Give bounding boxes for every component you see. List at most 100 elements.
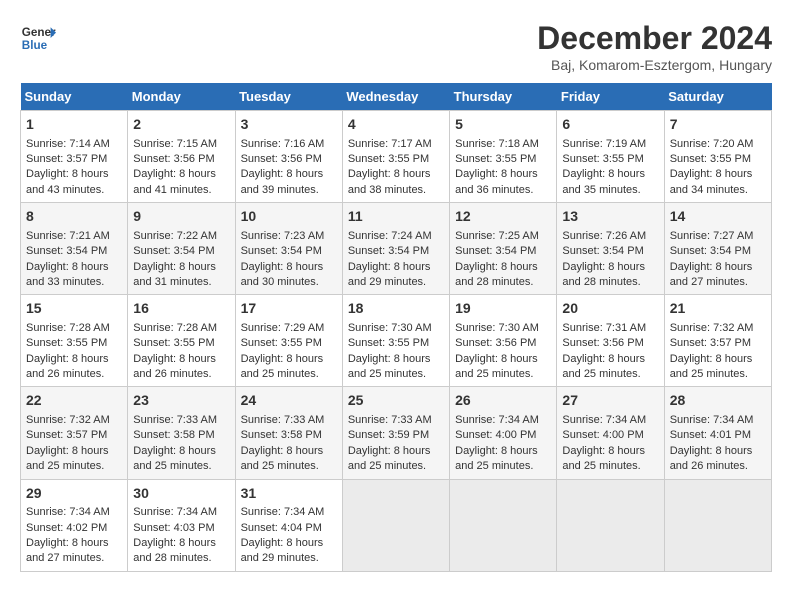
sunset-text: Sunset: 3:54 PM (670, 245, 751, 257)
daylight-text: Daylight: 8 hours and 29 minutes. (241, 537, 324, 564)
calendar-cell: 12 Sunrise: 7:25 AM Sunset: 3:54 PM Dayligh… (450, 203, 557, 295)
calendar-cell: 8Sunrise: 7:21 AMSunset: 3:54 PMDaylight… (21, 203, 128, 295)
day-number: 2 (133, 115, 229, 135)
daylight-text: Daylight: 8 hours and 25 minutes. (670, 353, 753, 380)
sunset-text: Sunset: 4:04 PM (241, 522, 322, 534)
daylight-text: Daylight: 8 hours and 27 minutes. (670, 261, 753, 288)
calendar-cell: 4Sunrise: 7:17 AMSunset: 3:55 PMDaylight… (342, 111, 449, 203)
header-thursday: Thursday (450, 83, 557, 111)
location-subtitle: Baj, Komarom-Esztergom, Hungary (537, 57, 772, 73)
sunrise-text: Sunrise: 7:34 AM (241, 506, 325, 518)
sunrise-text: Sunrise: 7:33 AM (348, 414, 432, 426)
day-number: 31 (241, 484, 337, 504)
sunset-text: Sunset: 3:54 PM (26, 245, 107, 257)
sunset-text: Sunset: 3:57 PM (670, 337, 751, 349)
day-number: 3 (241, 115, 337, 135)
calendar-table: SundayMondayTuesdayWednesdayThursdayFrid… (20, 83, 772, 572)
daylight-text: Daylight: 8 hours and 26 minutes. (26, 353, 109, 380)
day-number: 29 (26, 484, 122, 504)
sunrise-text: Sunrise: 7:19 AM (562, 138, 646, 150)
week-row-5: 29 Sunrise: 7:34 AM Sunset: 4:02 PM Dayligh… (21, 479, 772, 571)
header-tuesday: Tuesday (235, 83, 342, 111)
calendar-cell: 9 Sunrise: 7:22 AM Sunset: 3:54 PM Daylight… (128, 203, 235, 295)
day-number: 28 (670, 391, 766, 411)
sunset-text: Sunset: 3:58 PM (133, 429, 214, 441)
daylight-text: Daylight: 8 hours and 31 minutes. (133, 261, 216, 288)
sunset-text: Sunset: 3:56 PM (455, 337, 536, 349)
sunset-text: Sunset: 3:55 PM (26, 337, 107, 349)
calendar-cell: 30Sunrise: 7:34 AMSunset: 4:03 PMDayligh… (128, 479, 235, 571)
calendar-cell: 25Sunrise: 7:33 AMSunset: 3:59 PMDayligh… (342, 387, 449, 479)
day-number: 23 (133, 391, 229, 411)
sunrise-text: Sunrise: 7:28 AM (26, 322, 110, 334)
week-row-1: 1Sunrise: 7:14 AMSunset: 3:57 PMDaylight… (21, 111, 772, 203)
sunset-text: Sunset: 3:55 PM (348, 153, 429, 165)
calendar-cell: 6Sunrise: 7:19 AMSunset: 3:55 PMDaylight… (557, 111, 664, 203)
calendar-cell: 2Sunrise: 7:15 AMSunset: 3:56 PMDaylight… (128, 111, 235, 203)
sunrise-text: Sunrise: 7:34 AM (133, 506, 217, 518)
sunset-text: Sunset: 3:57 PM (26, 153, 107, 165)
header-monday: Monday (128, 83, 235, 111)
calendar-cell (557, 479, 664, 571)
daylight-text: Daylight: 8 hours and 43 minutes. (26, 168, 109, 195)
svg-text:Blue: Blue (22, 39, 48, 52)
daylight-text: Daylight: 8 hours and 25 minutes. (455, 445, 538, 472)
sunset-text: Sunset: 3:59 PM (348, 429, 429, 441)
day-number: 12 (455, 207, 551, 227)
sunrise-text: Sunrise: 7:15 AM (133, 138, 217, 150)
sunset-text: Sunset: 3:54 PM (348, 245, 429, 257)
calendar-cell: 7Sunrise: 7:20 AMSunset: 3:55 PMDaylight… (664, 111, 771, 203)
calendar-cell: 18Sunrise: 7:30 AMSunset: 3:55 PMDayligh… (342, 295, 449, 387)
sunset-text: Sunset: 3:55 PM (241, 337, 322, 349)
sunset-text: Sunset: 3:58 PM (241, 429, 322, 441)
sunrise-text: Sunrise: 7:34 AM (26, 506, 110, 518)
sunset-text: Sunset: 4:02 PM (26, 522, 107, 534)
calendar-cell: 23 Sunrise: 7:33 AM Sunset: 3:58 PM Dayligh… (128, 387, 235, 479)
sunrise-text: Sunrise: 7:24 AM (348, 230, 432, 242)
sunrise-text: Sunrise: 7:25 AM (455, 230, 539, 242)
calendar-cell: 31 Sunrise: 7:34 AM Sunset: 4:04 PM Dayligh… (235, 479, 342, 571)
sunrise-text: Sunrise: 7:34 AM (670, 414, 754, 426)
sunset-text: Sunset: 3:57 PM (26, 429, 107, 441)
sunrise-text: Sunrise: 7:33 AM (133, 414, 217, 426)
daylight-text: Daylight: 8 hours and 25 minutes. (241, 353, 324, 380)
calendar-cell: 20Sunrise: 7:31 AMSunset: 3:56 PMDayligh… (557, 295, 664, 387)
daylight-text: Daylight: 8 hours and 25 minutes. (562, 445, 645, 472)
sunrise-text: Sunrise: 7:17 AM (348, 138, 432, 150)
daylight-text: Daylight: 8 hours and 36 minutes. (455, 168, 538, 195)
sunset-text: Sunset: 4:03 PM (133, 522, 214, 534)
sunrise-text: Sunrise: 7:22 AM (133, 230, 217, 242)
sunset-text: Sunset: 3:54 PM (133, 245, 214, 257)
daylight-text: Daylight: 8 hours and 29 minutes. (348, 261, 431, 288)
sunrise-text: Sunrise: 7:20 AM (670, 138, 754, 150)
sunrise-text: Sunrise: 7:28 AM (133, 322, 217, 334)
day-number: 7 (670, 115, 766, 135)
daylight-text: Daylight: 8 hours and 33 minutes. (26, 261, 109, 288)
sunrise-text: Sunrise: 7:23 AM (241, 230, 325, 242)
day-number: 22 (26, 391, 122, 411)
week-row-4: 22 Sunrise: 7:32 AM Sunset: 3:57 PM Dayligh… (21, 387, 772, 479)
sunrise-text: Sunrise: 7:29 AM (241, 322, 325, 334)
daylight-text: Daylight: 8 hours and 25 minutes. (133, 445, 216, 472)
sunrise-text: Sunrise: 7:32 AM (670, 322, 754, 334)
daylight-text: Daylight: 8 hours and 35 minutes. (562, 168, 645, 195)
calendar-cell: 17Sunrise: 7:29 AMSunset: 3:55 PMDayligh… (235, 295, 342, 387)
day-number: 27 (562, 391, 658, 411)
calendar-cell: 16Sunrise: 7:28 AMSunset: 3:55 PMDayligh… (128, 295, 235, 387)
sunset-text: Sunset: 3:56 PM (241, 153, 322, 165)
day-number: 18 (348, 299, 444, 319)
daylight-text: Daylight: 8 hours and 26 minutes. (133, 353, 216, 380)
sunrise-text: Sunrise: 7:32 AM (26, 414, 110, 426)
calendar-cell: 26Sunrise: 7:34 AMSunset: 4:00 PMDayligh… (450, 387, 557, 479)
week-row-2: 8Sunrise: 7:21 AMSunset: 3:54 PMDaylight… (21, 203, 772, 295)
daylight-text: Daylight: 8 hours and 30 minutes. (241, 261, 324, 288)
day-number: 9 (133, 207, 229, 227)
daylight-text: Daylight: 8 hours and 28 minutes. (455, 261, 538, 288)
day-number: 26 (455, 391, 551, 411)
sunset-text: Sunset: 3:54 PM (455, 245, 536, 257)
day-number: 5 (455, 115, 551, 135)
day-number: 14 (670, 207, 766, 227)
header-saturday: Saturday (664, 83, 771, 111)
calendar-cell: 1Sunrise: 7:14 AMSunset: 3:57 PMDaylight… (21, 111, 128, 203)
sunset-text: Sunset: 4:00 PM (562, 429, 643, 441)
